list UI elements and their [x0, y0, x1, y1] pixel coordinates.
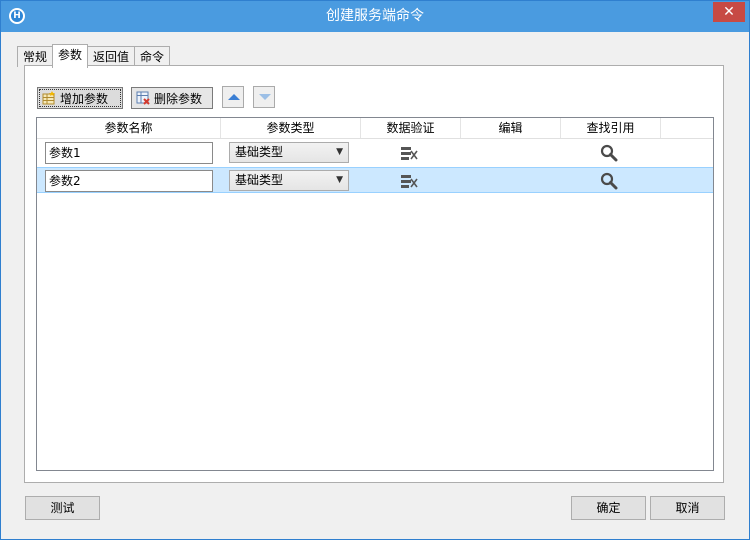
tab-command[interactable]: 命令 — [134, 46, 171, 67]
search-icon[interactable] — [600, 172, 618, 190]
tab-parameters[interactable]: 参数 — [52, 44, 89, 68]
column-header-name[interactable]: 参数名称 — [37, 118, 221, 138]
add-parameter-button[interactable]: 增加参数 — [37, 87, 123, 109]
parameter-name-field[interactable]: 参数2 — [45, 170, 213, 192]
delete-table-icon — [136, 91, 150, 105]
column-header-edit[interactable]: 编辑 — [461, 118, 561, 138]
table-row-selected[interactable]: 参数2 基础类型 ▼ — [37, 167, 713, 193]
parameter-type-select[interactable]: 基础类型 ▼ — [229, 142, 349, 163]
close-button[interactable]: ✕ — [713, 2, 745, 22]
column-header-validation[interactable]: 数据验证 — [361, 118, 461, 138]
parameter-type-select[interactable]: 基础类型 ▼ — [229, 170, 349, 191]
column-header-find-references[interactable]: 查找引用 — [561, 118, 661, 138]
chevron-down-icon: ▼ — [336, 175, 343, 185]
tab-return-value[interactable]: 返回值 — [87, 46, 136, 67]
test-button[interactable]: 测试 — [25, 496, 100, 520]
delete-parameter-label: 删除参数 — [154, 92, 203, 106]
grid-header: 参数名称 参数类型 数据验证 编辑 查找引用 — [37, 118, 713, 139]
parameter-type-value: 基础类型 — [235, 145, 284, 159]
arrow-down-icon — [259, 94, 271, 100]
arrow-up-icon — [228, 94, 240, 100]
tab-general[interactable]: 常规 — [17, 46, 54, 67]
data-validation-icon[interactable] — [400, 145, 418, 161]
cancel-button[interactable]: 取消 — [650, 496, 725, 520]
title-bar[interactable]: H 创建服务端命令 ✕ — [1, 1, 749, 32]
parameter-name-field[interactable]: 参数1 — [45, 142, 213, 164]
move-down-button[interactable] — [253, 86, 275, 108]
add-table-icon — [42, 91, 55, 105]
close-icon: ✕ — [723, 4, 735, 20]
table-row[interactable]: 参数1 基础类型 ▼ — [37, 140, 713, 166]
parameter-type-value: 基础类型 — [235, 173, 284, 187]
parameters-grid: 参数名称 参数类型 数据验证 编辑 查找引用 参数1 基础类型 ▼ 参数2 基础… — [36, 117, 714, 471]
move-up-button[interactable] — [222, 86, 244, 108]
chevron-down-icon: ▼ — [336, 147, 343, 157]
data-validation-icon[interactable] — [400, 173, 418, 189]
column-header-type[interactable]: 参数类型 — [221, 118, 361, 138]
tab-strip: 常规 参数 返回值 命令 — [17, 44, 171, 68]
window-title: 创建服务端命令 — [326, 8, 424, 24]
delete-parameter-button[interactable]: 删除参数 — [131, 87, 213, 109]
ok-button[interactable]: 确定 — [571, 496, 646, 520]
search-icon[interactable] — [600, 144, 618, 162]
add-parameter-label: 增加参数 — [60, 92, 109, 106]
